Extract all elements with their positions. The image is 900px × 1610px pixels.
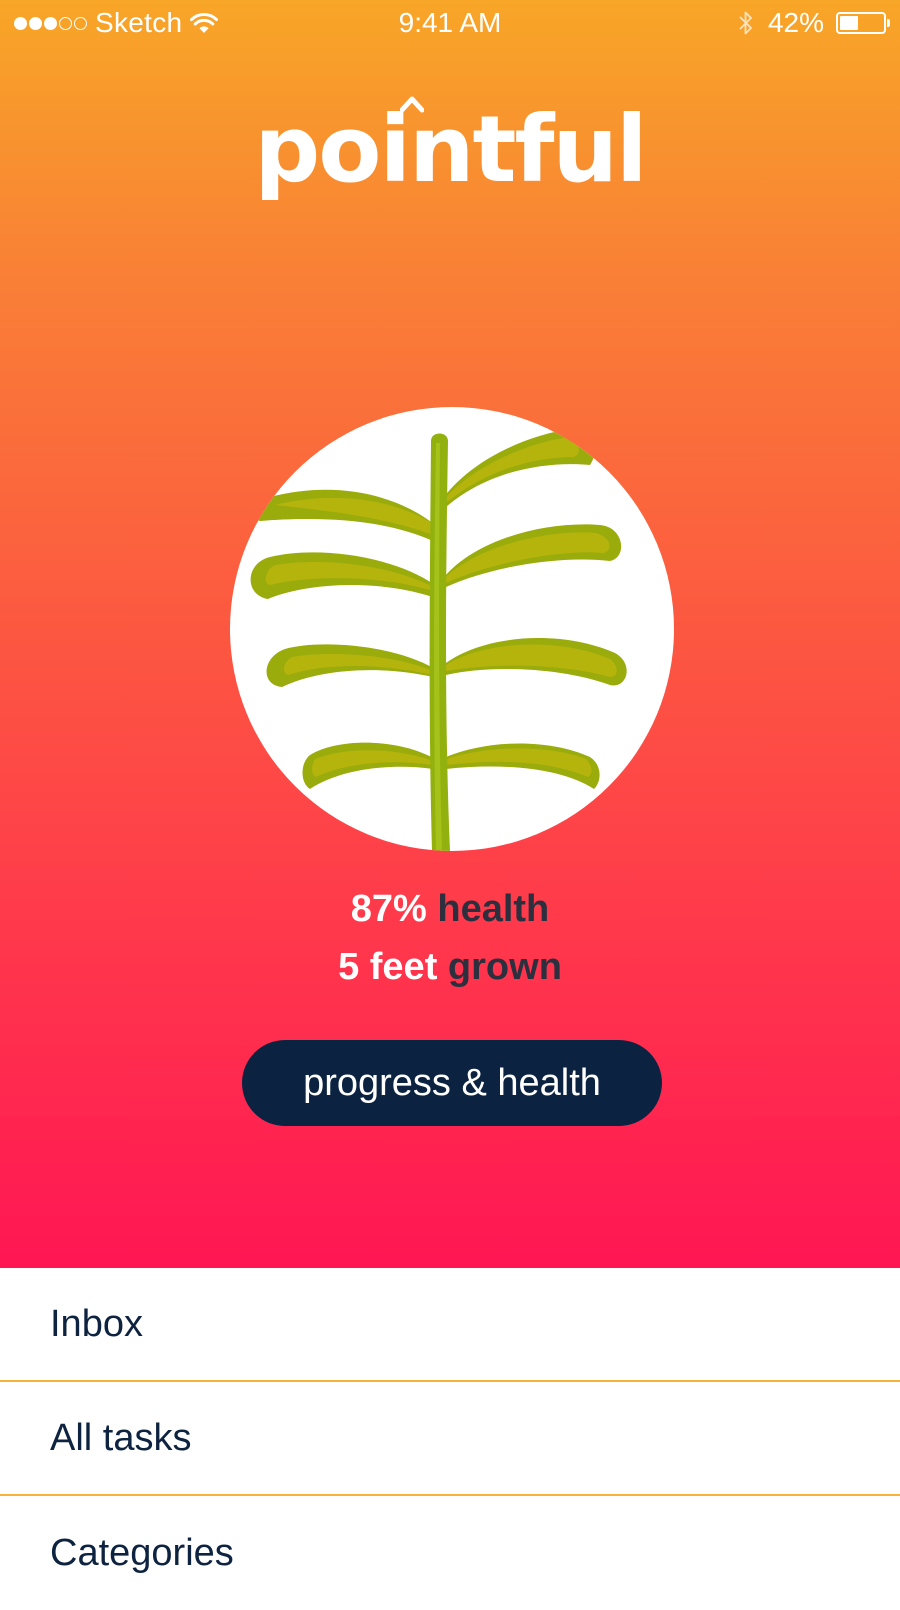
grown-stat: 5 feet grown [0, 946, 900, 989]
plant-illustration [250, 428, 627, 851]
menu-item-inbox[interactable]: Inbox [0, 1268, 900, 1382]
battery-icon [836, 12, 890, 34]
health-stat: 87% health [0, 888, 900, 931]
main-menu: Inbox All tasks Categories [0, 1268, 900, 1610]
menu-item-categories[interactable]: Categories [0, 1496, 900, 1610]
status-right: 42% [738, 7, 890, 39]
logo-caret-icon [400, 96, 424, 113]
app-logo: pointful [254, 96, 647, 203]
health-label: health [437, 888, 550, 930]
battery-percent: 42% [767, 7, 824, 38]
grown-label: grown [447, 946, 562, 988]
bluetooth-icon [739, 11, 752, 35]
menu-item-all-tasks[interactable]: All tasks [0, 1382, 900, 1496]
grown-value: 5 feet [338, 946, 438, 988]
battery-fill [840, 16, 858, 30]
status-bar: Sketch 9:41 AM 42% [0, 0, 900, 48]
health-value: 87% [350, 888, 427, 930]
progress-health-button[interactable]: progress & health [242, 1040, 662, 1126]
plant-avatar [230, 407, 674, 851]
